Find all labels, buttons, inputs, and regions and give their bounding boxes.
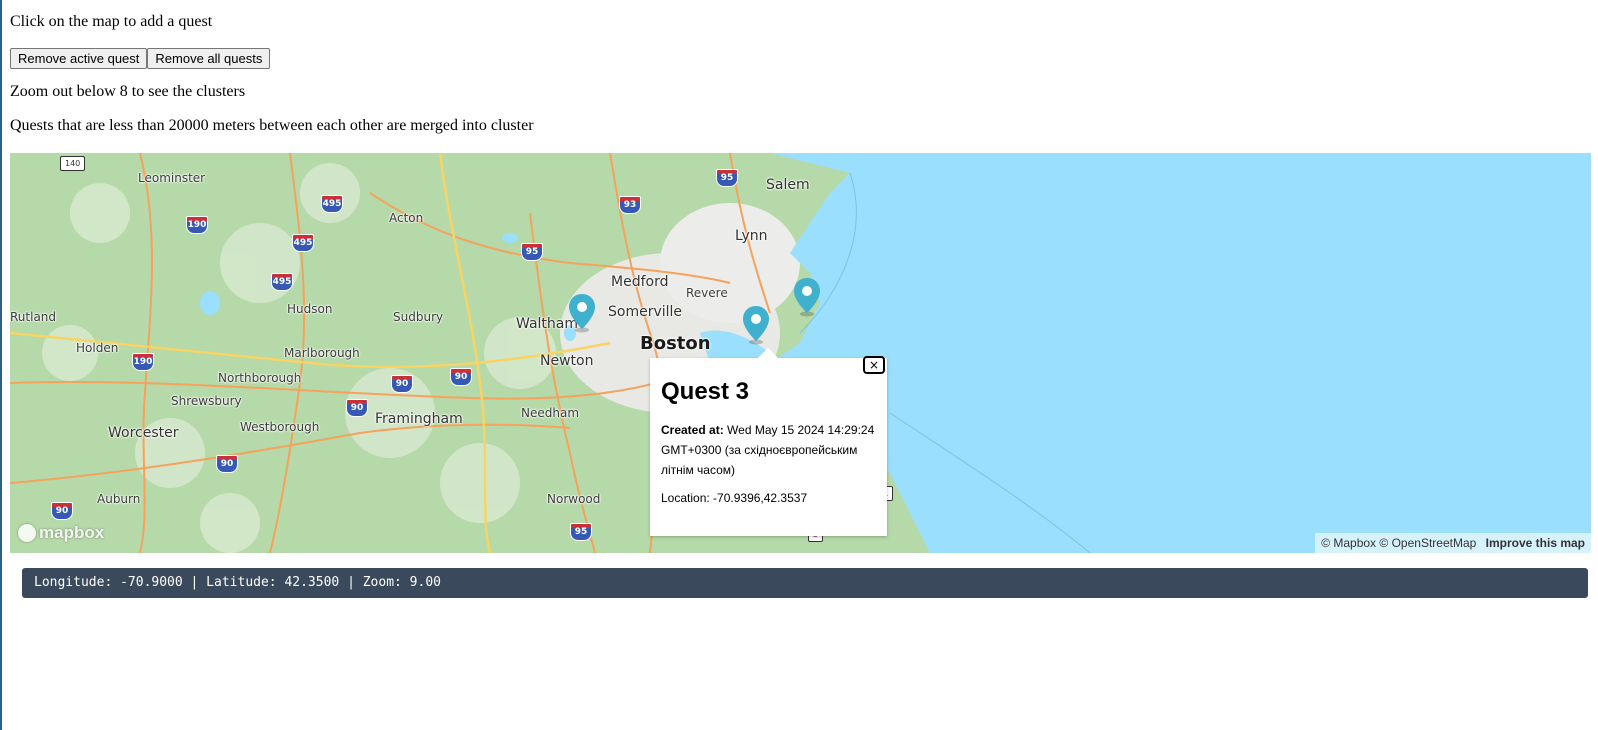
place-norwood: Norwood [547, 492, 601, 506]
place-marlborough: Marlborough [284, 346, 360, 360]
zoom-instruction: Zoom out below 8 to see the clusters [10, 83, 246, 100]
place-salem: Salem [766, 177, 810, 193]
interstate-shield-495: 495 [321, 195, 343, 213]
map-status-bar: Longitude: -70.9000 | Latitude: 42.3500 … [22, 568, 1588, 598]
map-attribution: © Mapbox © OpenStreetMap Improve this ma… [1315, 533, 1591, 553]
improve-map-link[interactable]: Improve this map [1486, 536, 1585, 550]
place-lynn: Lynn [735, 228, 768, 244]
place-leominster: Leominster [138, 171, 206, 185]
popup-tip [758, 348, 778, 358]
quest-controls: Remove active quest Remove all quests [10, 48, 271, 69]
place-framingham: Framingham [375, 411, 463, 427]
place-needham: Needham [521, 406, 580, 420]
popup-close-button[interactable]: × [863, 356, 885, 374]
interstate-shield-95: 95 [716, 169, 738, 187]
place-northborough: Northborough [218, 371, 302, 385]
interstate-shield-90: 90 [51, 502, 73, 520]
place-revere: Revere [686, 286, 728, 300]
quest-marker[interactable] [792, 277, 822, 317]
popup-title: Quest 3 [661, 378, 750, 405]
interstate-shield-95: 95 [570, 523, 592, 541]
mapbox-logo-text: mapbox [39, 523, 105, 542]
place-westborough: Westborough [240, 420, 320, 434]
place-worcester: Worcester [108, 425, 179, 441]
attribution-osm-link[interactable]: © OpenStreetMap [1379, 536, 1476, 550]
interstate-shield-90: 90 [391, 375, 413, 393]
place-auburn: Auburn [97, 492, 141, 506]
route-shield-140: 140 [60, 156, 86, 171]
interstate-shield-93: 93 [619, 196, 641, 214]
place-boston: Boston [640, 333, 711, 354]
click-instruction: Click on the map to add a quest [10, 13, 213, 30]
created-at-label: Created at: [661, 423, 724, 437]
interstate-shield-90: 90 [346, 399, 368, 417]
interstate-shield-495: 495 [271, 273, 293, 291]
interstate-shield-95: 95 [521, 243, 543, 261]
popup-created-at: Created at: Wed May 15 2024 14:29:24 GMT… [661, 420, 876, 480]
interstate-shield-190: 190 [132, 353, 154, 371]
place-sudbury: Sudbury [393, 310, 444, 324]
window-edge [0, 0, 2, 730]
quest-marker[interactable] [567, 293, 597, 333]
interstate-shield-90: 90 [450, 368, 472, 386]
quest-popup: × Quest 3 Created at: Wed May 15 2024 14… [650, 348, 887, 536]
map-canvas[interactable]: Leominster Acton Salem Lynn Medford Reve… [10, 153, 1591, 553]
interstate-shield-495: 495 [292, 234, 314, 252]
place-holden: Holden [76, 341, 119, 355]
cluster-instruction: Quests that are less than 20000 meters b… [10, 117, 534, 134]
place-rutland: Rutland [10, 310, 57, 324]
interstate-shield-190: 190 [186, 216, 208, 234]
mapbox-logo[interactable]: mapbox [18, 523, 104, 543]
popup-location: Location: -70.9396,42.3537 [661, 491, 808, 505]
place-newton: Newton [540, 353, 594, 369]
quest-marker-active[interactable] [741, 305, 771, 345]
place-somerville: Somerville [608, 304, 683, 320]
remove-all-quests-button[interactable]: Remove all quests [147, 48, 271, 69]
place-shrewsbury: Shrewsbury [171, 394, 242, 408]
interstate-shield-90: 90 [216, 455, 238, 473]
place-medford: Medford [611, 274, 669, 290]
attribution-mapbox-link[interactable]: © Mapbox [1321, 536, 1376, 550]
place-hudson: Hudson [287, 302, 333, 316]
remove-active-quest-button[interactable]: Remove active quest [10, 48, 148, 69]
place-acton: Acton [389, 211, 424, 225]
mapbox-logo-icon [18, 524, 36, 542]
